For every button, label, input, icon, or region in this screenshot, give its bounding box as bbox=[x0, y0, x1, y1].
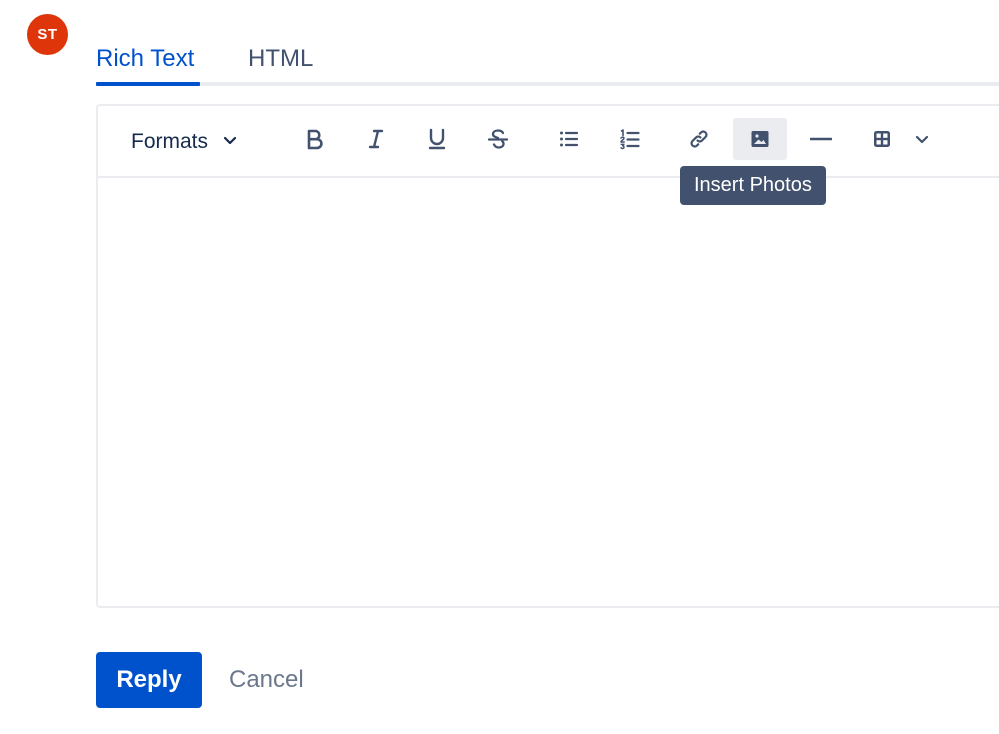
horizontal-rule-icon bbox=[810, 128, 832, 150]
cancel-button-label: Cancel bbox=[229, 666, 304, 693]
reply-button[interactable]: Reply bbox=[96, 652, 202, 708]
table-icon bbox=[871, 128, 893, 150]
bold-button[interactable] bbox=[288, 118, 342, 160]
tab-rich-text[interactable]: Rich Text bbox=[96, 42, 200, 86]
active-tab-indicator bbox=[96, 82, 200, 86]
tab-html[interactable]: HTML bbox=[248, 42, 313, 86]
strikethrough-button[interactable] bbox=[471, 118, 525, 160]
tooltip-text: Insert Photos bbox=[694, 174, 812, 196]
insert-photos-button[interactable] bbox=[733, 118, 787, 160]
horizontal-rule-button[interactable] bbox=[794, 118, 848, 160]
italic-button[interactable] bbox=[349, 118, 403, 160]
table-button[interactable] bbox=[855, 118, 909, 160]
tab-html-label: HTML bbox=[248, 45, 314, 72]
bold-icon bbox=[304, 128, 326, 150]
cancel-button[interactable]: Cancel bbox=[229, 652, 304, 708]
link-button[interactable] bbox=[672, 118, 726, 160]
image-icon bbox=[749, 128, 771, 150]
italic-icon bbox=[365, 128, 387, 150]
editor-mode-tabs: Rich Text HTML bbox=[96, 42, 999, 89]
tab-rich-text-label: Rich Text bbox=[96, 45, 195, 72]
editor-toolbar: Formats bbox=[98, 106, 999, 178]
link-icon bbox=[688, 128, 710, 150]
underline-button[interactable] bbox=[410, 118, 464, 160]
bullet-list-icon bbox=[558, 128, 580, 150]
strikethrough-icon bbox=[487, 128, 509, 150]
formats-label: Formats bbox=[131, 130, 209, 153]
chevron-down-icon bbox=[222, 130, 238, 154]
table-options-dropdown[interactable] bbox=[904, 118, 940, 160]
bullet-list-button[interactable] bbox=[542, 118, 596, 160]
chevron-down-icon bbox=[914, 131, 930, 147]
avatar-initials: ST bbox=[37, 26, 58, 43]
insert-photos-tooltip: Insert Photos bbox=[680, 166, 826, 205]
avatar: ST bbox=[27, 14, 68, 55]
formats-dropdown[interactable]: Formats bbox=[131, 124, 238, 160]
tabs-divider bbox=[96, 82, 999, 86]
numbered-list-icon bbox=[619, 128, 641, 150]
reply-editor-page: ST Rich Text HTML Formats Insert Photos … bbox=[0, 0, 999, 734]
rich-text-editor: Formats bbox=[96, 104, 999, 608]
underline-icon bbox=[426, 128, 448, 150]
editor-content-area[interactable] bbox=[98, 178, 999, 606]
reply-button-label: Reply bbox=[116, 666, 182, 693]
numbered-list-button[interactable] bbox=[603, 118, 657, 160]
